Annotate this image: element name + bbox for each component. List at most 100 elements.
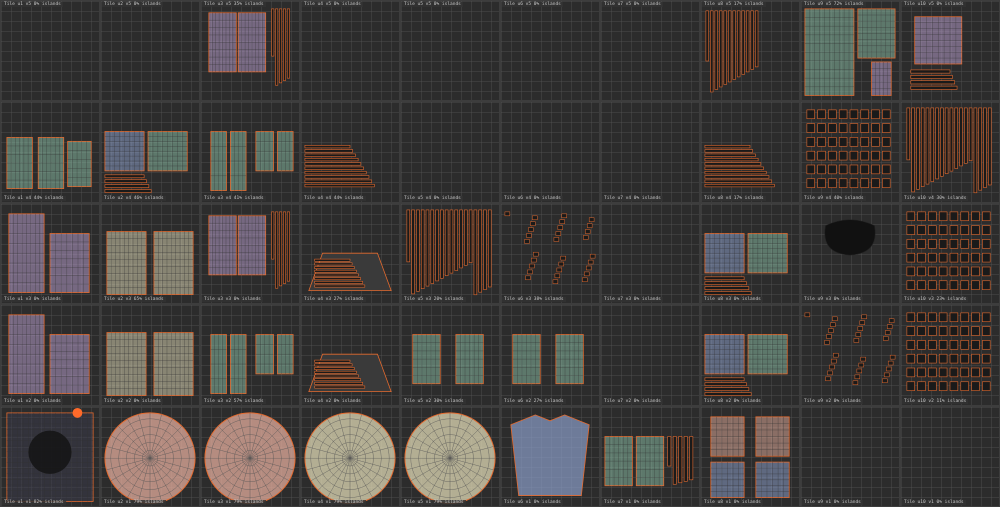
- uv-tile[interactable]: Tile u1 v1 82% islands: [0, 405, 100, 507]
- tile-label: Tile u2 v5 0% islands: [102, 2, 163, 7]
- tile-label: Tile u10 v2 11% islands: [902, 398, 969, 404]
- uv-island-layout: [204, 411, 296, 504]
- uv-tile[interactable]: Tile u4 v1 79% islands: [300, 405, 400, 507]
- uv-tile[interactable]: Tile u5 v5 0% islands: [400, 0, 500, 102]
- uv-tile[interactable]: Tile u6 v3 38% islands: [500, 202, 600, 305]
- uv-tile[interactable]: Tile u10 v4 30% islands: [900, 101, 1000, 203]
- uv-tile-grid[interactable]: Tile u1 v5 0% islands Tile u2 v5 0% islan…: [0, 0, 1000, 507]
- tile-label: Tile u5 v3 20% islands: [402, 297, 466, 303]
- uv-tile[interactable]: Tile u4 v3 27% islands: [300, 202, 400, 305]
- tile-label: Tile u3 v4 41% islands: [202, 195, 266, 201]
- tile-label: Tile u1 v2 0% islands: [2, 398, 63, 404]
- uv-tile[interactable]: Tile u6 v4 0% islands: [500, 101, 600, 203]
- uv-island-layout: [510, 414, 590, 496]
- uv-island-layout: [504, 211, 596, 284]
- uv-tile[interactable]: Tile u10 v2 11% islands: [900, 304, 1000, 406]
- uv-tile[interactable]: Tile u7 v1 0% islands: [600, 405, 700, 507]
- uv-tile[interactable]: Tile u9 v4 40% islands: [800, 101, 900, 203]
- tile-label: Tile u5 v1 79% islands: [402, 499, 466, 505]
- tile-label: Tile u6 v4 0% islands: [502, 195, 563, 201]
- uv-tile[interactable]: Tile u4 v5 0% islands: [300, 0, 400, 102]
- tile-label: Tile u8 v3 0% islands: [702, 297, 763, 303]
- tile-label: Tile u1 v1 82% islands: [2, 499, 66, 505]
- uv-island-layout: [104, 411, 196, 504]
- uv-tile[interactable]: Tile u4 v2 0% islands: [300, 304, 400, 406]
- tile-label: Tile u3 v2 57% islands: [202, 398, 266, 404]
- uv-island-layout: [801, 407, 899, 506]
- uv-tile[interactable]: Tile u1 v3 0% islands: [0, 202, 100, 305]
- uv-island-layout: [401, 102, 499, 201]
- tile-label: Tile u5 v2 30% islands: [402, 398, 466, 404]
- uv-island-layout: [208, 8, 290, 86]
- uv-tile[interactable]: Tile u8 v2 0% islands: [700, 304, 800, 406]
- uv-tile[interactable]: Tile u3 v5 35% islands: [200, 0, 300, 102]
- uv-tile[interactable]: Tile u1 v4 44% islands: [0, 101, 100, 203]
- uv-island-layout: [601, 305, 699, 404]
- uv-tile[interactable]: Tile u10 v1 0% islands: [900, 405, 1000, 507]
- uv-tile[interactable]: Tile u10 v3 23% islands: [900, 202, 1000, 305]
- tile-label: Tile u7 v5 0% islands: [602, 2, 663, 7]
- tile-label: Tile u1 v4 44% islands: [2, 195, 66, 201]
- tile-label: Tile u7 v4 0% islands: [602, 195, 663, 201]
- uv-tile[interactable]: Tile u7 v2 0% islands: [600, 304, 700, 406]
- uv-tile[interactable]: Tile u8 v3 0% islands: [700, 202, 800, 305]
- uv-tile[interactable]: Tile u6 v1 0% islands: [500, 405, 600, 507]
- tile-label: Tile u9 v2 0% islands: [802, 398, 863, 404]
- tile-label: Tile u9 v5 72% islands: [802, 2, 866, 7]
- uv-island-layout: [804, 8, 896, 96]
- uv-tile[interactable]: Tile u5 v2 30% islands: [400, 304, 500, 406]
- tile-label: Tile u9 v1 0% islands: [802, 499, 863, 505]
- uv-tile[interactable]: Tile u2 v2 0% islands: [100, 304, 200, 406]
- uv-tile[interactable]: Tile u4 v4 44% islands: [300, 101, 400, 203]
- uv-tile[interactable]: Tile u3 v1 79% islands: [200, 405, 300, 507]
- uv-tile[interactable]: Tile u5 v4 0% islands: [400, 101, 500, 203]
- uv-island-layout: [412, 334, 484, 385]
- uv-island-layout: [101, 1, 199, 100]
- uv-island-layout: [304, 145, 375, 188]
- uv-tile[interactable]: Tile u7 v3 0% islands: [600, 202, 700, 305]
- tile-label: Tile u2 v4 46% islands: [102, 195, 166, 201]
- uv-tile[interactable]: Tile u3 v4 41% islands: [200, 101, 300, 203]
- uv-tile[interactable]: Tile u3 v2 57% islands: [200, 304, 300, 406]
- uv-tile[interactable]: Tile u9 v2 0% islands: [800, 304, 900, 406]
- uv-tile[interactable]: Tile u9 v3 0% islands: [800, 202, 900, 305]
- uv-tile[interactable]: Tile u5 v1 79% islands: [400, 405, 500, 507]
- uv-island-layout: [8, 314, 90, 395]
- uv-tile[interactable]: Tile u1 v2 0% islands: [0, 304, 100, 406]
- uv-tile[interactable]: Tile u9 v5 72% islands: [800, 0, 900, 102]
- uv-island-layout: [1, 1, 99, 100]
- tile-label: Tile u4 v5 0% islands: [302, 2, 363, 7]
- uv-tile[interactable]: Tile u8 v4 17% islands: [700, 101, 800, 203]
- uv-island-layout: [404, 411, 496, 504]
- tile-label: Tile u10 v5 0% islands: [902, 2, 966, 7]
- uv-tile[interactable]: Tile u2 v5 0% islands: [100, 0, 200, 102]
- uv-tile[interactable]: Tile u10 v5 0% islands: [900, 0, 1000, 102]
- uv-tile[interactable]: Tile u7 v5 0% islands: [600, 0, 700, 102]
- uv-island-layout: [501, 1, 599, 100]
- uv-tile[interactable]: Tile u1 v5 0% islands: [0, 0, 100, 102]
- uv-tile[interactable]: Tile u7 v4 0% islands: [600, 101, 700, 203]
- tile-label: Tile u6 v5 0% islands: [502, 2, 563, 7]
- uv-tile[interactable]: Tile u8 v1 0% islands: [700, 405, 800, 507]
- uv-tile[interactable]: Tile u2 v3 65% islands: [100, 202, 200, 305]
- tile-label: Tile u1 v3 0% islands: [2, 297, 63, 303]
- uv-tile[interactable]: Tile u9 v1 0% islands: [800, 405, 900, 507]
- tile-label: Tile u6 v2 27% islands: [502, 398, 566, 404]
- uv-island-layout: [512, 334, 584, 385]
- uv-tile[interactable]: Tile u6 v2 27% islands: [500, 304, 600, 406]
- uv-tile[interactable]: Tile u6 v5 0% islands: [500, 0, 600, 102]
- tile-label: Tile u10 v1 0% islands: [902, 499, 966, 505]
- tile-label: Tile u7 v2 0% islands: [602, 398, 663, 404]
- uv-island-layout: [6, 137, 92, 190]
- uv-island-layout: [308, 353, 392, 393]
- uv-island-layout: [210, 131, 294, 192]
- uv-tile[interactable]: Tile u2 v4 46% islands: [100, 101, 200, 203]
- uv-tile[interactable]: Tile u5 v3 20% islands: [400, 202, 500, 305]
- uv-tile[interactable]: Tile u2 v1 79% islands: [100, 405, 200, 507]
- tile-label: Tile u8 v5 17% islands: [702, 2, 766, 7]
- uv-tile[interactable]: Tile u8 v5 17% islands: [700, 0, 800, 102]
- uv-tile[interactable]: Tile u3 v3 0% islands: [200, 202, 300, 305]
- tile-label: Tile u9 v3 0% islands: [802, 297, 863, 303]
- tile-label: Tile u4 v2 0% islands: [302, 398, 363, 404]
- uv-island-layout: [704, 232, 788, 295]
